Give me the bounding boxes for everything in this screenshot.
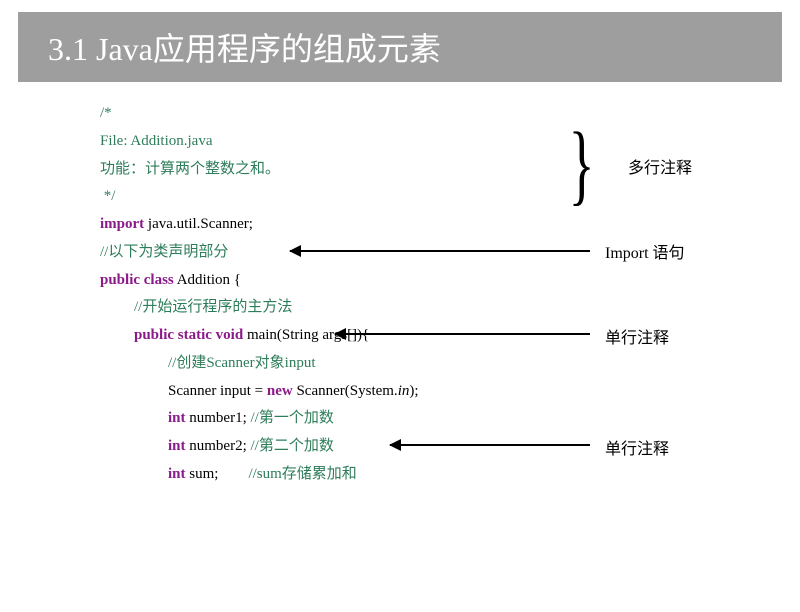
code-function-comment: 功能：计算两个整数之和。 <box>100 156 800 184</box>
code-class-decl-comment: //以下为类声明部分 <box>100 239 800 267</box>
arrow-icon <box>290 250 590 252</box>
code-scanner-comment: //创建Scanner对象input <box>100 350 800 378</box>
arrow-icon <box>335 333 590 335</box>
code-var-number1: int number1; //第一个加数 <box>100 405 800 433</box>
code-var-sum: int sum; //sum存储累加和 <box>100 461 800 489</box>
code-comment-close: */ <box>100 183 800 211</box>
code-main-decl: public static void main(String args[]){ <box>100 322 800 350</box>
code-scanner-new: Scanner input = new Scanner(System.in); <box>100 378 800 406</box>
code-comment-open: /* <box>100 100 800 128</box>
brace-icon: } <box>569 120 595 210</box>
code-block: /* File: Addition.java 功能：计算两个整数之和。 */ i… <box>0 82 800 489</box>
annotation-multiline-comment: 多行注释 <box>628 154 692 178</box>
arrow-icon <box>390 444 590 446</box>
slide-title: 3.1 Java应用程序的组成元素 <box>18 12 782 82</box>
code-import: import java.util.Scanner; <box>100 211 800 239</box>
annotation-import: Import 语句 <box>605 239 685 263</box>
annotation-single-comment-2: 单行注释 <box>605 435 669 459</box>
code-var-number2: int number2; //第二个加数 <box>100 433 800 461</box>
code-file-comment: File: Addition.java <box>100 128 800 156</box>
annotation-single-comment-1: 单行注释 <box>605 324 669 348</box>
code-class-decl: public class Addition { <box>100 267 800 295</box>
code-main-comment: //开始运行程序的主方法 <box>100 294 800 322</box>
